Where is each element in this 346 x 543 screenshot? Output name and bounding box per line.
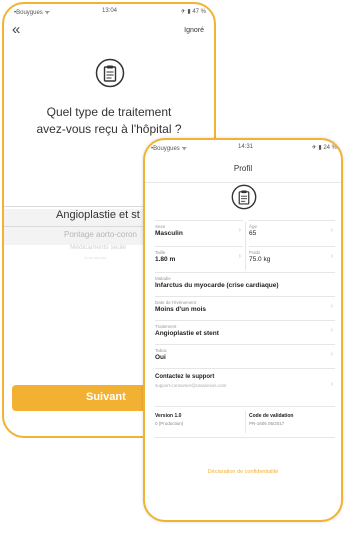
status-bar: •Bouygues ᯤ 13:04 ✈ ▮ 47 %: [4, 4, 214, 18]
status-time: 14:31: [238, 144, 254, 150]
nav-bar: « Ignoré: [4, 18, 214, 46]
validation-title: Code de validation: [249, 413, 294, 419]
treatment-field[interactable]: Traitement Angioplastie et stent ›: [155, 320, 335, 345]
age-label: Âge: [249, 224, 258, 229]
picker-selected-option[interactable]: Angioplastie et st: [56, 209, 140, 229]
version-title: Version 1.0: [155, 413, 182, 419]
column-divider: [245, 411, 246, 433]
chevron-right-icon: ›: [330, 303, 333, 310]
sex-field[interactable]: Sexe Masculin ›: [155, 220, 243, 247]
status-carrier: •Bouygues ᯤ: [151, 146, 187, 152]
height-field[interactable]: Taille 1.80 m ›: [155, 246, 243, 273]
next-button-label: Suivant: [86, 391, 126, 403]
smoker-label: Tabac: [155, 348, 168, 353]
support-title: Contactez le support: [155, 374, 215, 380]
status-battery: ✈ ▮ 24 %: [311, 145, 337, 151]
skip-button[interactable]: Ignoré: [184, 27, 204, 34]
picker-option[interactable]: Médicaments seule: [70, 244, 126, 251]
treatment-label: Traitement: [155, 324, 177, 329]
app-info-row: Version 1.0 0 (Production) Code de valid…: [155, 406, 335, 438]
weight-label: Poids: [249, 250, 261, 255]
event-date-label: Date de l'événement: [155, 300, 197, 305]
chevron-right-icon: ›: [330, 227, 333, 234]
picker-option[interactable]: Pontage aorto-coron: [64, 230, 137, 239]
status-bar: •Bouygues ᯤ 14:31 ✈ ▮ 24 %: [145, 140, 341, 154]
height-label: Taille: [155, 250, 166, 255]
age-field[interactable]: Âge 65 ›: [249, 220, 335, 247]
age-value: 65: [249, 230, 257, 237]
profile-list: Sexe Masculin › Âge 65 › Taille 1.80 m ›…: [155, 220, 335, 520]
chevron-right-icon: ›: [330, 253, 333, 260]
column-divider: [245, 222, 246, 270]
status-carrier: •Bouygues ᯤ: [14, 10, 50, 16]
clipboard-icon: [231, 184, 257, 210]
event-date-value: Moins d'un mois: [155, 306, 207, 313]
chevron-right-icon: ›: [330, 327, 333, 334]
version-detail: 0 (Production): [155, 421, 184, 426]
status-battery: ✈ ▮ 47 %: [180, 9, 206, 15]
sex-value: Masculin: [155, 230, 183, 237]
weight-field[interactable]: Poids 75.0 kg ›: [249, 246, 335, 273]
smoker-field[interactable]: Tabac Oui ›: [155, 344, 335, 369]
weight-value: 75.0 kg: [249, 256, 271, 263]
chevron-left-icon[interactable]: «: [12, 22, 20, 37]
page-title: Profil: [233, 164, 253, 173]
disease-label: Maladie: [155, 276, 171, 281]
validation-detail: PR-1606 05/2017: [249, 421, 285, 426]
event-date-field[interactable]: Date de l'événement Moins d'un mois ›: [155, 296, 335, 321]
question-line-1: Quel type de traitement: [46, 105, 172, 119]
support-email[interactable]: support-consumer@caranexus.com: [155, 383, 226, 388]
height-value: 1.80 m: [155, 256, 176, 263]
status-time: 13:04: [102, 8, 118, 14]
sex-label: Sexe: [155, 224, 166, 229]
clipboard-icon: [95, 58, 125, 88]
chevron-right-icon: ›: [330, 351, 333, 358]
contact-support-row[interactable]: Contactez le support support-consumer@ca…: [155, 368, 335, 407]
disease-value: Infarctus du myocarde (crise cardiaque): [155, 282, 279, 289]
smoker-value: Oui: [155, 354, 166, 361]
question-line-2: avez-vous reçu à l'hôpital ?: [36, 122, 182, 136]
privacy-link[interactable]: Déclaration de confidentialité: [145, 469, 341, 475]
treatment-value: Angioplastie et stent: [155, 330, 219, 337]
chevron-right-icon: ›: [238, 253, 241, 260]
picker-option[interactable]: Je ne sais pas: [84, 256, 106, 260]
profile-screen: •Bouygues ᯤ 14:31 ✈ ▮ 24 % Profil Sexe M…: [143, 138, 343, 522]
disease-field[interactable]: Maladie Infarctus du myocarde (crise car…: [155, 272, 335, 297]
chevron-right-icon: ›: [330, 381, 333, 388]
chevron-right-icon: ›: [238, 227, 241, 234]
nav-bar: Profil: [145, 154, 341, 183]
